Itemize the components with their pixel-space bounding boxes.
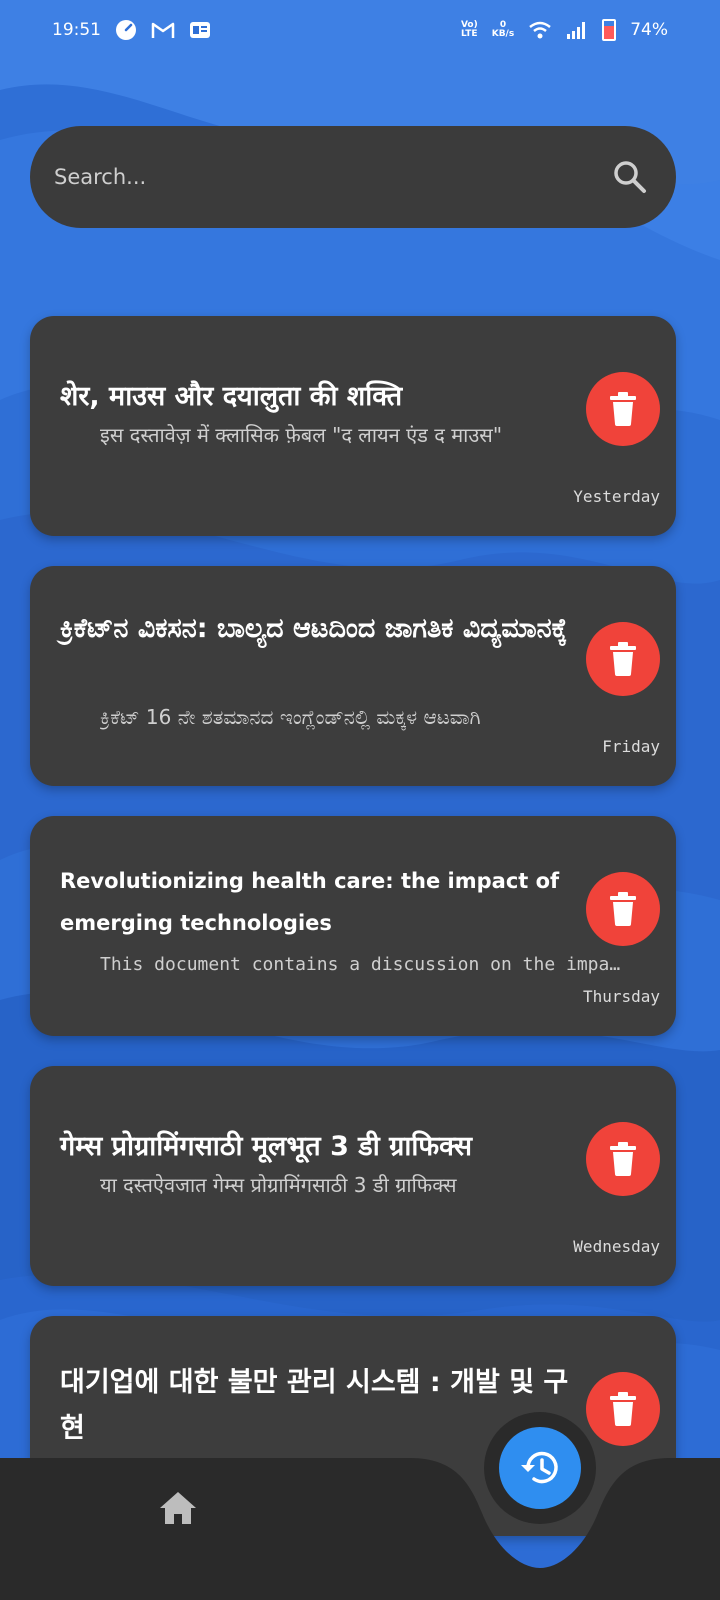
home-icon (160, 1492, 196, 1524)
speedometer-icon (115, 19, 137, 41)
document-date: Friday (602, 737, 660, 756)
document-date: Thursday (582, 987, 660, 1006)
delete-button[interactable] (586, 622, 660, 696)
document-title: ಕ್ರಿಕೆಟ್‌ನ ವಿಕಸನ: ಬಾಲ್ಯದ ಆಟದಿಂದ ಜಾಗತಿಕ ವ… (60, 613, 568, 644)
trash-icon (610, 1142, 636, 1176)
trash-icon (610, 1392, 636, 1426)
battery-percent: 74% (630, 20, 668, 40)
signal-icon (566, 21, 588, 39)
trash-icon (610, 392, 636, 426)
document-card[interactable]: Revolutionizing health care: the impact … (30, 816, 676, 1036)
trash-icon (610, 892, 636, 926)
status-bar: 19:51 Vo) LTE 0 KB/s 74% (0, 0, 720, 60)
document-card[interactable]: गेम्स प्रोग्रामिंगसाठी मूलभूत 3 डी ग्राफ… (30, 1066, 676, 1286)
status-bar-right: Vo) LTE 0 KB/s 74% (461, 19, 668, 41)
document-date: Wednesday (573, 1237, 660, 1256)
document-date: Yesterday (573, 487, 660, 506)
search-icon[interactable] (610, 157, 650, 197)
document-title: गेम्स प्रोग्रामिंगसाठी मूलभूत 3 डी ग्राफ… (60, 1131, 472, 1162)
document-description: या दस्तऐवजात गेम्स प्रोग्रामिंगसाठी 3 डी… (100, 1173, 457, 1197)
news-icon (189, 21, 211, 39)
delete-button[interactable] (586, 372, 660, 446)
bottom-navigation (0, 1458, 720, 1600)
document-description: This document contains a discussion on t… (100, 954, 628, 975)
document-title: शेर, माउस और दयालुता की शक्ति (60, 381, 403, 412)
trash-icon (610, 642, 636, 676)
history-fab-container (484, 1412, 596, 1524)
search-bar[interactable] (30, 126, 676, 228)
network-speed: 0 KB/s (491, 20, 515, 39)
document-description: ಕ್ರಿಕೆಟ್ 16 ನೇ ಶತಮಾನದ ಇಂಗ್ಲೆಂಡ್‌ನಲ್ಲಿ ಮಕ… (100, 705, 481, 729)
search-input[interactable] (54, 165, 610, 189)
history-icon (521, 1451, 558, 1484)
history-button[interactable] (499, 1427, 581, 1509)
document-card[interactable]: ಕ್ರಿಕೆಟ್‌ನ ವಿಕಸನ: ಬಾಲ್ಯದ ಆಟದಿಂದ ಜಾಗತಿಕ ವ… (30, 566, 676, 786)
delete-button[interactable] (586, 1372, 660, 1446)
document-title: Revolutionizing health care: the impact … (60, 869, 560, 935)
document-description: इस दस्तावेज़ में क्लासिक फ़ेबल "द लायन ए… (100, 423, 503, 447)
gmail-icon (151, 21, 175, 39)
battery-icon (602, 19, 617, 41)
volte-indicator: Vo) LTE (460, 20, 478, 39)
status-bar-left: 19:51 (52, 19, 211, 41)
home-button[interactable] (156, 1486, 200, 1530)
document-card[interactable]: शेर, माउस और दयालुता की शक्ति इस दस्तावे… (30, 316, 676, 536)
status-time: 19:51 (52, 20, 101, 40)
delete-button[interactable] (586, 872, 660, 946)
wifi-icon (528, 21, 552, 39)
delete-button[interactable] (586, 1122, 660, 1196)
